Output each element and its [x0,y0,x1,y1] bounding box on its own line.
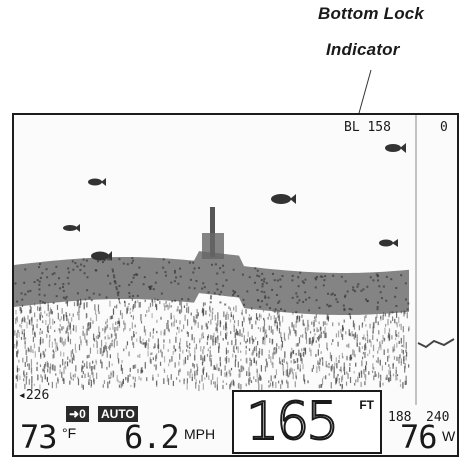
side-reading-value: 226 [25,388,50,403]
fish-icon [88,178,106,186]
arrow-right-icon: ➜ [69,407,80,421]
speed-unit: MPH [184,426,216,442]
depth-value: 165 [245,392,340,452]
sonar-screen: BL 158 0 ◂226 ➜0 AUTO 73 °F 6.2 MPH 165 … [12,113,459,457]
depth-readout-box: 165 FT [232,390,382,454]
zero-badge-label: 0 [79,407,86,421]
temperature-value: 73 [20,418,58,456]
depth-unit: FT [359,398,374,412]
fish-icon [385,143,406,153]
left-arrow-icon: ◂ [18,388,26,403]
bottom-lock-readout: BL 158 [344,120,391,135]
fish-icon [271,194,296,204]
fish-icon [379,239,398,247]
zoom-unit: W [442,428,456,444]
fish-icon [63,224,80,232]
depth-scale-top: 0 [440,120,448,135]
zoom-value: 76 [400,418,438,456]
side-reading: ◂226 [18,389,49,402]
speed-value: 6.2 [124,418,180,456]
zero-badge: ➜0 [66,406,89,422]
temperature-unit: °F [62,425,77,441]
fish-icon [91,251,112,261]
